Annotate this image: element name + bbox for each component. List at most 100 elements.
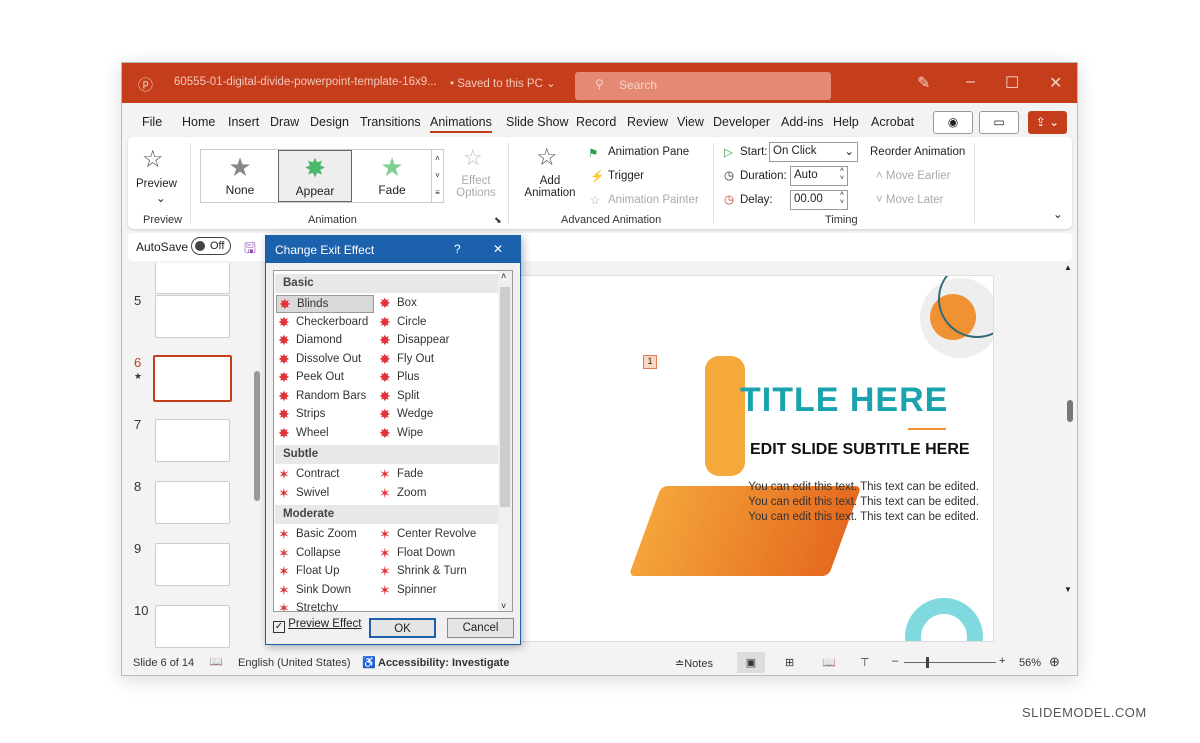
slide-thumbnail[interactable]	[155, 481, 230, 524]
slide-body-text[interactable]: You can edit this text. This text can be…	[735, 480, 979, 525]
slide-thumbnail[interactable]	[155, 605, 230, 648]
zoom-slider[interactable]	[904, 662, 996, 663]
collapse-ribbon-icon[interactable]: ⌄	[1053, 207, 1063, 221]
effect-item[interactable]: ✸ Wedge	[377, 406, 433, 424]
search-box[interactable]: ⚲ Search	[575, 72, 831, 100]
effect-item[interactable]: ✸ Box	[377, 295, 417, 313]
effect-item[interactable]: ✸ Fly Out	[377, 351, 434, 369]
scroll-thumb[interactable]	[1067, 400, 1073, 422]
tab-help[interactable]: Help	[833, 115, 859, 129]
tab-acrobat[interactable]: Acrobat	[871, 115, 914, 129]
language-status[interactable]: English (United States)	[238, 657, 351, 669]
delay-spinner[interactable]: 00.00 ˄ ˅	[790, 190, 848, 210]
tab-record[interactable]: Record	[576, 115, 616, 129]
ok-button[interactable]: OK	[369, 618, 436, 638]
zoom-out-button[interactable]: –	[892, 655, 898, 667]
effect-item[interactable]: ✸ Plus	[377, 369, 419, 387]
close-dialog-button[interactable]: ✕	[493, 242, 503, 256]
comments-button[interactable]: ▭	[979, 111, 1019, 134]
share-button[interactable]: ⇪ ⌄	[1028, 111, 1067, 134]
effect-item[interactable]: ✶ Sink Down	[276, 582, 351, 600]
scroll-thumb[interactable]	[500, 287, 510, 507]
slide-title[interactable]: TITLE HERE	[740, 381, 948, 420]
slide-show-button[interactable]: ⊤	[860, 656, 870, 669]
tab-transitions[interactable]: Transitions	[360, 115, 421, 129]
preview-button[interactable]: Preview	[136, 178, 177, 190]
tab-view[interactable]: View	[677, 115, 704, 129]
gallery-item-none[interactable]: ★ None	[203, 150, 277, 202]
save-icon[interactable]: 🖫	[244, 238, 256, 262]
effect-item[interactable]: ✶ Shrink & Turn	[377, 563, 467, 581]
effect-item[interactable]: ✶ Zoom	[377, 485, 426, 503]
slide-thumbnail[interactable]	[155, 263, 230, 294]
gallery-scroll[interactable]: ˄ ˅ ≡	[431, 150, 443, 202]
scroll-down-icon[interactable]: ˅	[501, 601, 506, 611]
gallery-item-appear[interactable]: ✸ Appear	[278, 150, 352, 202]
tab-add-ins[interactable]: Add-ins	[781, 115, 823, 129]
effect-item[interactable]: ✸ Diamond	[276, 332, 342, 350]
animation-tag[interactable]: 1	[643, 355, 657, 369]
move-earlier-button[interactable]: ˄ Move Earlier	[876, 170, 950, 182]
tab-insert[interactable]: Insert	[228, 115, 259, 129]
effect-item[interactable]: ✶ Stretchy	[276, 600, 338, 611]
effect-options-button[interactable]: Effect Options	[456, 175, 496, 199]
zoom-level[interactable]: 56%	[1019, 657, 1041, 669]
trigger-button[interactable]: Trigger	[608, 170, 644, 182]
pen-icon[interactable]: ✎	[917, 73, 930, 93]
effect-item[interactable]: ✸ Blinds	[276, 295, 374, 313]
spelling-icon[interactable]: 📖	[209, 655, 223, 668]
zoom-slider-thumb[interactable]	[926, 657, 929, 668]
effect-item[interactable]: ✶ Float Down	[377, 545, 455, 563]
spinner-arrows-icon[interactable]: ˄ ˅	[840, 167, 844, 183]
animation-painter-button[interactable]: Animation Painter	[608, 194, 699, 206]
effect-item[interactable]: ✶ Swivel	[276, 485, 329, 503]
autosave-toggle[interactable]: Off	[191, 237, 231, 255]
slide-thumbnail-selected[interactable]	[153, 355, 232, 402]
duration-spinner[interactable]: Auto ˄ ˅	[790, 166, 848, 186]
scroll-up-icon[interactable]: ˄	[501, 271, 506, 281]
effect-item[interactable]: ✶ Collapse	[276, 545, 341, 563]
gallery-item-fade[interactable]: ★ Fade	[355, 150, 429, 202]
slide-thumbnail[interactable]	[155, 543, 230, 586]
accessibility-status[interactable]: Accessibility: Investigate	[378, 657, 509, 669]
effects-list-scrollbar[interactable]: ˄ ˅	[498, 271, 512, 611]
effect-item[interactable]: ✸ Wipe	[377, 425, 423, 443]
effect-item[interactable]: ✶ Float Up	[276, 563, 339, 581]
add-animation-button[interactable]: Add Animation	[518, 175, 582, 199]
effect-item[interactable]: ✸ Peek Out	[276, 369, 344, 387]
animation-pane-button[interactable]: Animation Pane	[608, 146, 689, 158]
tab-file[interactable]: File	[142, 115, 162, 129]
dialog-launcher-icon[interactable]: ⬊	[494, 215, 502, 226]
cancel-button[interactable]: Cancel	[447, 618, 514, 638]
close-button[interactable]: ✕	[1049, 73, 1062, 93]
preview-effect-checkbox[interactable]: ✓ Preview Effect	[273, 618, 362, 633]
effect-item[interactable]: ✶ Contract	[276, 466, 339, 484]
effect-item[interactable]: ✸ Circle	[377, 314, 426, 332]
minimize-button[interactable]: –	[966, 73, 975, 91]
slide-thumbnail[interactable]	[155, 419, 230, 462]
tab-review[interactable]: Review	[627, 115, 668, 129]
scroll-up-icon[interactable]: ▲	[1064, 263, 1072, 272]
slide-sorter-button[interactable]: ⊞	[785, 656, 794, 669]
effect-item[interactable]: ✸ Disappear	[377, 332, 449, 350]
tab-design[interactable]: Design	[310, 115, 349, 129]
tab-animations[interactable]: Animations	[430, 115, 492, 133]
tab-home[interactable]: Home	[182, 115, 215, 129]
effect-item[interactable]: ✶ Basic Zoom	[276, 526, 357, 544]
zoom-in-button[interactable]: +	[999, 655, 1005, 667]
effect-item[interactable]: ✶ Spinner	[377, 582, 437, 600]
notes-button[interactable]: ≐Notes	[675, 657, 713, 670]
tab-slide-show[interactable]: Slide Show	[506, 115, 569, 129]
effect-item[interactable]: ✸ Random Bars	[276, 388, 366, 406]
effect-item[interactable]: ✶ Fade	[377, 466, 423, 484]
tab-developer[interactable]: Developer	[713, 115, 770, 129]
tab-draw[interactable]: Draw	[270, 115, 299, 129]
effect-item[interactable]: ✸ Checkerboard	[276, 314, 368, 332]
slide-scrollbar[interactable]: ▲ ▼	[1064, 263, 1076, 638]
fit-to-window-icon[interactable]: ⊕	[1049, 654, 1060, 670]
scroll-down-icon[interactable]: ▼	[1064, 585, 1072, 594]
effect-item[interactable]: ✶ Center Revolve	[377, 526, 476, 544]
move-later-button[interactable]: ˅ Move Later	[876, 194, 943, 206]
effect-item[interactable]: ✸ Split	[377, 388, 419, 406]
effect-item[interactable]: ✸ Wheel	[276, 425, 329, 443]
